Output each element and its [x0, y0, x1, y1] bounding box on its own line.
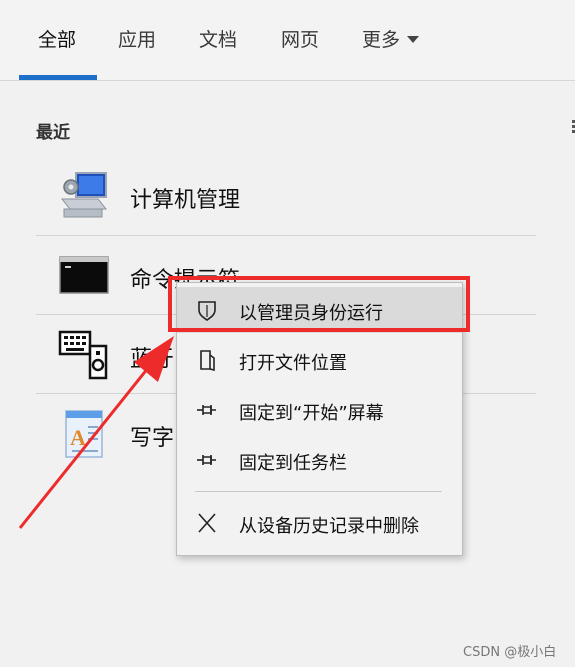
- annotation-arrow: [18, 336, 174, 529]
- watermark: CSDN @极小白: [463, 645, 557, 660]
